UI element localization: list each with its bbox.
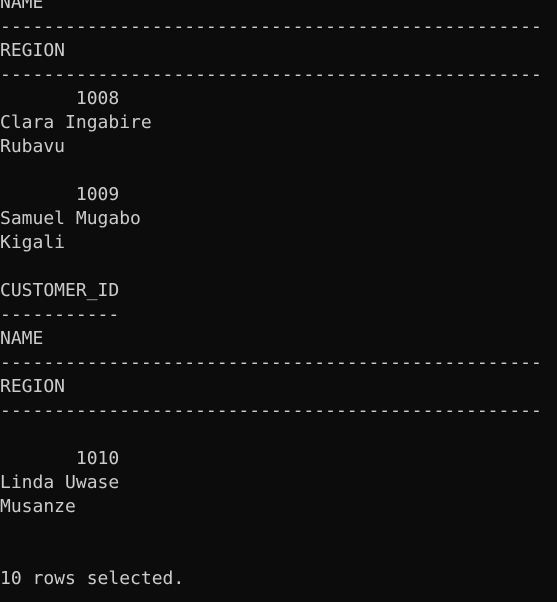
column-header: REGION bbox=[0, 40, 66, 61]
console-line: Kigali bbox=[0, 232, 66, 253]
blank-line bbox=[0, 519, 542, 543]
column-separator: ----------------------------------------… bbox=[0, 16, 542, 37]
blank-line bbox=[0, 543, 542, 567]
column-header: NAME bbox=[0, 0, 44, 13]
column-separator: ----------- bbox=[0, 304, 120, 325]
blank-line bbox=[0, 255, 542, 279]
customer-id-value: 1008 bbox=[0, 88, 120, 109]
column-header: NAME bbox=[0, 328, 44, 349]
column-separator: ----------------------------------------… bbox=[0, 400, 542, 421]
console-output: NAME ------------------------------------… bbox=[0, 0, 542, 591]
column-separator: ----------------------------------------… bbox=[0, 64, 542, 85]
console-line: Musanze bbox=[0, 496, 76, 517]
console-line: Samuel Mugabo bbox=[0, 208, 141, 229]
terminal-window[interactable]: NAME ------------------------------------… bbox=[0, 0, 557, 602]
console-line: Clara Ingabire bbox=[0, 112, 152, 133]
column-header: CUSTOMER_ID bbox=[0, 280, 120, 301]
customer-id-value: 1010 bbox=[0, 448, 120, 469]
console-line: Linda Uwase bbox=[0, 472, 120, 493]
column-header: REGION bbox=[0, 376, 66, 397]
column-separator: ----------------------------------------… bbox=[0, 352, 542, 373]
result-summary: 10 rows selected. bbox=[0, 568, 185, 589]
blank-line bbox=[0, 159, 542, 183]
customer-id-value: 1009 bbox=[0, 184, 120, 205]
blank-line bbox=[0, 423, 542, 447]
console-line: Rubavu bbox=[0, 136, 66, 157]
